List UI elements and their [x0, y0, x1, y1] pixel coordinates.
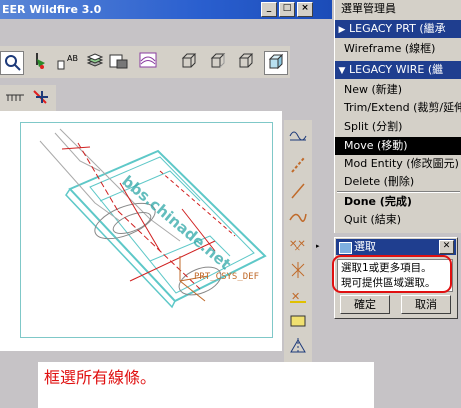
sketched-curve-icon[interactable]	[287, 126, 309, 146]
datum-csys-icon[interactable]	[287, 260, 309, 280]
legacy-prt-label: LEGACY PRT (繼承	[349, 22, 446, 35]
maximize-button[interactable]: □	[279, 2, 295, 17]
legacy-wire-header[interactable]: ▼ LEGACY WIRE (繼	[335, 61, 461, 79]
menu-item-quit[interactable]: Quit (結束)	[335, 211, 461, 229]
sketch-geometry	[39, 128, 267, 309]
graphics-canvas[interactable]	[0, 111, 282, 351]
mirror-icon[interactable]	[287, 336, 309, 356]
svg-text:✕: ✕	[294, 244, 301, 252]
window-title: EER Wildfire 3.0	[2, 3, 102, 16]
expand-arrow-icon: ▼	[338, 66, 346, 76]
menu-item-split[interactable]: Split (分割)	[335, 118, 461, 136]
collapse-arrow-icon: ▶	[338, 25, 346, 35]
close-button[interactable]: ×	[297, 2, 313, 17]
datum-point-icon[interactable]: ✕✕ ✕	[287, 234, 309, 254]
view-orient-icon[interactable]	[28, 51, 50, 73]
datum-analysis-icon[interactable]: ✕	[287, 286, 309, 306]
measure-icon[interactable]	[287, 312, 309, 332]
datum-display-icon[interactable]	[4, 87, 26, 109]
caption-text: 框選所有線條。	[44, 368, 157, 387]
shading-icon[interactable]	[264, 51, 288, 75]
main-toolbar: AB	[0, 46, 290, 78]
select-dialog-title: 選取	[354, 240, 376, 253]
expand-arrow-icon[interactable]: ▸	[316, 242, 320, 250]
datum-toolbar	[0, 85, 56, 111]
menu-item-move[interactable]: Move (移動)	[335, 137, 461, 155]
hidden-line-icon[interactable]	[207, 51, 229, 73]
select-dialog-title-bar: 選取 ✕	[336, 239, 456, 255]
minimize-button[interactable]: _	[261, 2, 277, 17]
annotation-label-text: AB	[67, 54, 78, 63]
highlight-callout	[332, 255, 452, 293]
no-spin-center-icon[interactable]	[30, 87, 52, 109]
no-hidden-icon[interactable]	[235, 51, 257, 73]
legacy-prt-header[interactable]: ▶ LEGACY PRT (繼承	[335, 20, 461, 38]
zoom-icon[interactable]	[0, 51, 24, 75]
menu-item-trim-extend[interactable]: Trim/Extend (裁剪/延伸	[335, 99, 461, 117]
menu-item-new[interactable]: New (新建)	[335, 81, 461, 99]
csys-label: PRT_CSYS_DEF	[194, 272, 260, 282]
annotation-label-icon[interactable]: AB	[56, 51, 78, 73]
menu-item-done[interactable]: Done (完成)	[335, 193, 461, 211]
menu-item-delete[interactable]: Delete (刪除)	[335, 173, 461, 191]
legacy-wire-label: LEGACY WIRE (繼	[349, 63, 444, 76]
datum-line-icon[interactable]	[287, 182, 309, 202]
layers-icon[interactable]	[84, 51, 106, 73]
saved-view-icon[interactable]	[108, 51, 130, 73]
ok-button[interactable]: 確定	[340, 295, 390, 314]
wireframe-icon[interactable]	[178, 51, 200, 73]
close-icon[interactable]: ✕	[439, 240, 454, 254]
feature-toolbar: ✕✕ ✕ ✕	[284, 120, 312, 365]
menu-manager-title: 選單管理員	[335, 0, 461, 18]
spin-center-icon[interactable]	[137, 51, 159, 73]
datum-curve-icon[interactable]	[287, 208, 309, 228]
window-title-bar: EER Wildfire 3.0 _ □ ×	[0, 0, 332, 19]
cancel-button[interactable]: 取消	[401, 295, 451, 314]
datum-axis-icon[interactable]	[287, 156, 309, 176]
dialog-window-icon	[339, 242, 352, 254]
menu-item-mod-entity[interactable]: Mod Entity (修改圖元)	[335, 155, 461, 173]
caption-box: 框選所有線條。	[38, 362, 374, 408]
menu-item-wireframe[interactable]: Wireframe (線框)	[335, 40, 461, 58]
menu-manager: 選單管理員 ▶ LEGACY PRT (繼承 Wireframe (線框) ▼ LE…	[334, 0, 461, 233]
